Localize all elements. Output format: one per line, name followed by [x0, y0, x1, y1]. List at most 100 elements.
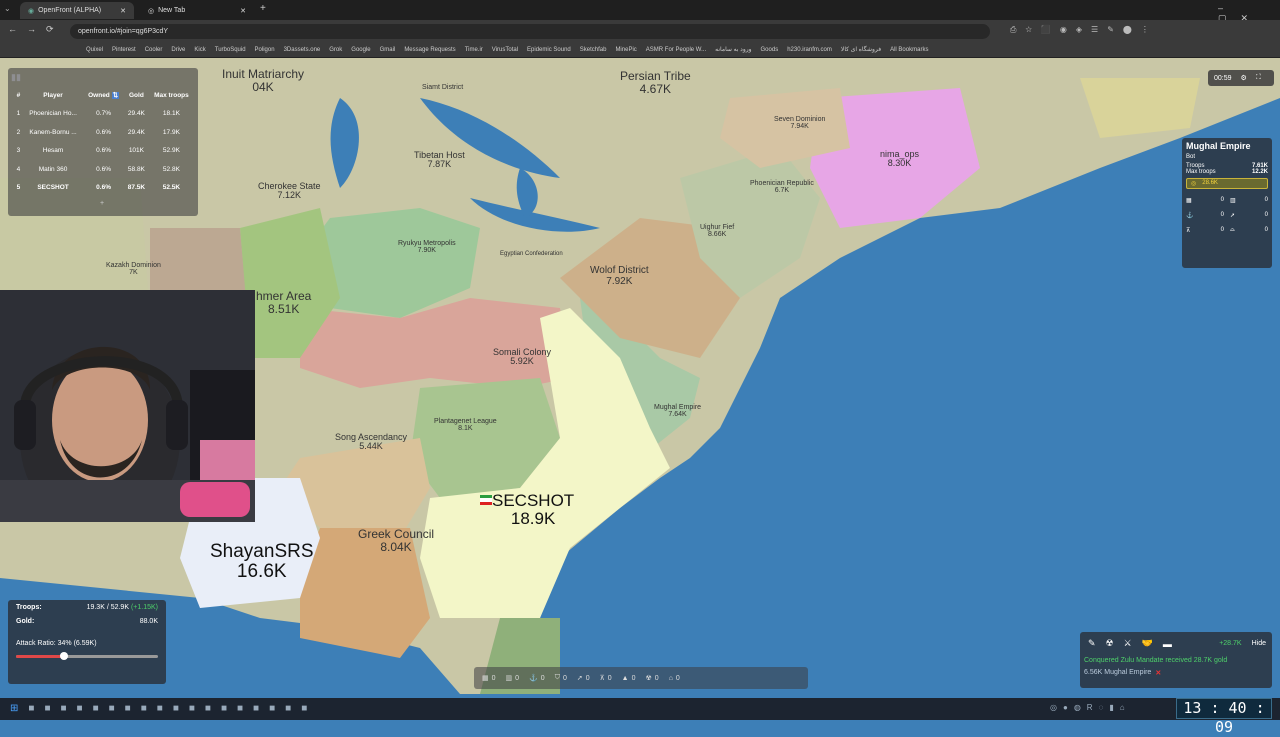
- territory-label: Egyptian Confederation: [500, 251, 563, 257]
- building-sam: ⌓ 0: [1230, 227, 1268, 234]
- build-hydrogen-bomb-button[interactable]: ⌂ 0: [669, 675, 680, 682]
- fullscreen-icon[interactable]: ⛶: [1256, 74, 1261, 82]
- windows-start-icon[interactable]: ⊞: [10, 703, 18, 714]
- pencil-icon[interactable]: ✎: [1088, 638, 1096, 649]
- leaderboard-row[interactable]: 2 Kanem-Bornu ... 0.6% 29.4K 17.9K: [14, 123, 194, 142]
- app-icon[interactable]: ■: [253, 703, 259, 714]
- leaderboard-expand-button[interactable]: +: [100, 200, 104, 207]
- attack-ratio-handle[interactable]: [60, 652, 69, 660]
- bookmark-item[interactable]: Goods: [761, 47, 779, 53]
- bookmark-item[interactable]: Epidemic Sound: [527, 47, 571, 53]
- gold-value: 88.0K: [139, 618, 158, 625]
- telegram-icon[interactable]: ■: [93, 703, 99, 714]
- tab-new-tab[interactable]: ◎ New Tab ✕: [140, 2, 254, 19]
- build-atom-bomb-button[interactable]: ☢ 0: [646, 674, 659, 683]
- nav-buttons[interactable]: ←→⟳: [8, 24, 64, 35]
- build-warship-button[interactable]: ▲ 0: [622, 675, 636, 682]
- troops-value: 19.3K / 52.9K: [86, 604, 129, 611]
- column-header-owned[interactable]: Owned ⇅: [83, 86, 124, 105]
- handshake-icon[interactable]: 🤝: [1142, 638, 1153, 649]
- bookmark-item[interactable]: ورود به سامانه: [715, 46, 751, 53]
- system-tray[interactable]: ◎●◍R◌▮⌂: [1050, 703, 1131, 712]
- sword-icon[interactable]: ⚔: [1124, 638, 1132, 649]
- bookmark-item[interactable]: فروشگاه ای کالا: [841, 46, 881, 53]
- leaderboard-cell-gold: 29.4K: [127, 110, 145, 118]
- bookmark-item[interactable]: MinePic: [615, 47, 636, 53]
- gold-label: Gold:: [16, 618, 35, 625]
- tab-close-icon[interactable]: ✕: [120, 7, 126, 15]
- leaderboard-row[interactable]: 3 Hesam 0.6% 101K 52.9K: [14, 142, 194, 161]
- leaderboard-row[interactable]: 1 Phoenician Ho... 0.7% 29.4K 18.1K: [14, 105, 194, 124]
- territory-value: 7.64K: [668, 411, 687, 419]
- bookmark-item[interactable]: h230.iranfm.com: [787, 47, 832, 53]
- territory-label: Wolof District 7.92K: [590, 265, 649, 287]
- bookmark-item[interactable]: Message Requests: [404, 47, 455, 53]
- build-sam-button[interactable]: ⊼ 0: [600, 674, 612, 683]
- app-icon[interactable]: ■: [141, 703, 147, 714]
- bookmark-item[interactable]: 3Dassets.one: [284, 47, 321, 53]
- app-icon[interactable]: ■: [173, 703, 179, 714]
- column-header[interactable]: Max troops: [149, 86, 194, 105]
- app-icon[interactable]: ■: [109, 703, 115, 714]
- gold-value: 28.6K: [1202, 180, 1218, 186]
- app-icon[interactable]: ■: [77, 703, 83, 714]
- app-icon[interactable]: ■: [237, 703, 243, 714]
- build-missile-button[interactable]: ➚ 0: [577, 674, 590, 683]
- app-icon[interactable]: ■: [157, 703, 163, 714]
- bookmark-item[interactable]: Quixel: [86, 47, 103, 53]
- event-message: Conquered Zulu Mandate received 28.7K go…: [1084, 657, 1228, 664]
- app-icon[interactable]: ■: [285, 703, 291, 714]
- app-icon[interactable]: ■: [269, 703, 275, 714]
- leaderboard-row[interactable]: 5 SECSHOT 0.6% 87.5K 52.5K: [14, 179, 194, 198]
- bookmark-item[interactable]: ASMR For People W...: [646, 47, 706, 53]
- chat-icon[interactable]: ▬: [1163, 639, 1172, 649]
- build-factory-button[interactable]: ▥ 0: [506, 674, 520, 683]
- cancel-attack-icon[interactable]: ✕: [1155, 669, 1161, 677]
- bookmark-item[interactable]: Cooler: [145, 47, 163, 53]
- leaderboard-row[interactable]: 4 Matin 360 0.6% 58.8K 52.8K: [14, 160, 194, 179]
- building-count: 0: [1264, 227, 1268, 233]
- bookmark-item[interactable]: Gmail: [380, 47, 396, 53]
- tab-openfront[interactable]: ◉ OpenFront (ALPHA) ✕: [20, 2, 134, 19]
- app-icon[interactable]: ■: [221, 703, 227, 714]
- bookmark-item[interactable]: Grok: [329, 47, 342, 53]
- chrome-icon[interactable]: ■: [60, 703, 66, 714]
- bookmark-item[interactable]: Sketchfab: [580, 47, 607, 53]
- clock-text: 13 : 40 : 09: [1183, 699, 1265, 736]
- extension-icons[interactable]: ⎙☆⬛◉◈☰✎⬤⋮: [1010, 25, 1158, 35]
- tab-favicon-icon: ◎: [148, 7, 155, 15]
- url-field[interactable]: openfront.io/#join=qg6P3cdY: [70, 24, 990, 39]
- bookmark-item[interactable]: VirusTotal: [492, 47, 518, 53]
- build-defense-button[interactable]: ⛉ 0: [555, 674, 567, 682]
- app-icon[interactable]: ■: [205, 703, 211, 714]
- build-menu-bar: ▦ 0 ▥ 0 ⚓ 0 ⛉ 0 ➚ 0 ⊼ 0 ▲ 0 ☢ 0 ⌂ 0: [474, 667, 808, 689]
- bookmark-item[interactable]: Time.ir: [465, 47, 483, 53]
- bookmark-item[interactable]: All Bookmarks: [890, 47, 928, 53]
- settings-gear-icon[interactable]: ⚙: [1241, 74, 1247, 82]
- app-icon[interactable]: ■: [189, 703, 195, 714]
- territory-label: Siamt District: [422, 84, 463, 91]
- new-tab-icon[interactable]: +: [260, 3, 266, 14]
- build-city-button[interactable]: ▦ 0: [482, 674, 496, 683]
- attack-ratio-slider[interactable]: [16, 652, 158, 660]
- bookmark-item[interactable]: Poligon: [255, 47, 275, 53]
- bookmark-item[interactable]: Google: [351, 47, 370, 53]
- column-header[interactable]: Player: [23, 86, 83, 105]
- build-port-button[interactable]: ⚓ 0: [529, 674, 545, 683]
- leaderboard-cell-rank: 4: [16, 165, 21, 173]
- hide-button[interactable]: Hide: [1252, 640, 1266, 647]
- column-header[interactable]: Gold: [124, 86, 149, 105]
- tab-close-icon[interactable]: ✕: [240, 7, 246, 15]
- bookmark-item[interactable]: Kick: [194, 47, 205, 53]
- bomb-icon[interactable]: ☢: [1106, 638, 1114, 649]
- search-icon[interactable]: ■: [28, 703, 34, 714]
- app-icon[interactable]: ■: [301, 703, 307, 714]
- bookmark-item[interactable]: Pinterest: [112, 47, 136, 53]
- tab-search-icon[interactable]: ⌄: [4, 4, 11, 13]
- territory-value: 16.6K: [236, 560, 287, 582]
- flag-icon: [480, 495, 492, 505]
- spotify-icon[interactable]: ■: [125, 703, 131, 714]
- file-explorer-icon[interactable]: ■: [44, 703, 50, 714]
- bookmark-item[interactable]: TurboSquid: [215, 47, 246, 53]
- bookmark-item[interactable]: Drive: [171, 47, 185, 53]
